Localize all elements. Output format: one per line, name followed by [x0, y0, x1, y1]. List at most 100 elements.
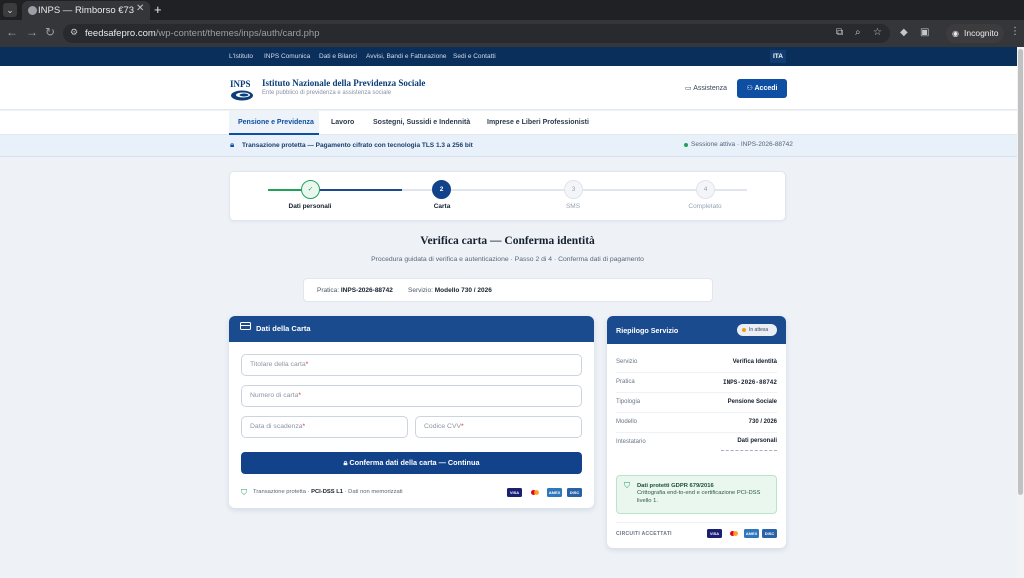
zoom-icon[interactable]: ⌕: [855, 27, 861, 38]
divider: [616, 432, 777, 433]
summary-row-value: Dati personali: [737, 438, 777, 444]
tab-title: INPS — Rimborso €730,: [38, 5, 134, 16]
card-number-input[interactable]: Numero di carta*: [241, 385, 582, 407]
logo-text: INPS: [230, 79, 251, 89]
summary-row-label: Intestatario: [616, 439, 646, 445]
security-note: Transazione protetta · PCI-DSS L1 · Dati…: [253, 489, 403, 495]
status-badge: In attesa: [737, 324, 777, 336]
step-2-label: Carta: [433, 203, 451, 210]
summary-row-label: Pratica: [616, 379, 635, 385]
visa-logo: VISA: [507, 488, 522, 497]
shield-check-icon: ⛉: [241, 488, 247, 497]
gdpr-body: Crittografia end-to-end e certificazione…: [637, 490, 761, 504]
inps-logo[interactable]: INPS: [229, 77, 255, 103]
required-mark: *: [302, 423, 306, 430]
language-switch[interactable]: ITA: [770, 50, 786, 63]
favicon-icon: [28, 6, 37, 15]
toplink-sedi[interactable]: Sedi e Contatti: [453, 53, 496, 60]
discover-logo: DISC: [567, 488, 582, 497]
summary-row-label: Modello: [616, 419, 638, 425]
reload-icon[interactable]: ↻: [45, 25, 55, 39]
shield-check-icon: ⛉: [624, 481, 630, 490]
required-mark: *: [305, 361, 309, 368]
confirm-card-button[interactable]: 🔒︎ Conferma dati della carta — Continua: [241, 452, 582, 474]
menu-item-pensione[interactable]: Pensione e Previdenza: [238, 119, 314, 126]
summary-row-label: Tipologia: [616, 399, 641, 405]
cvv-input[interactable]: Codice CVV*: [415, 416, 582, 438]
scrollbar-thumb[interactable]: [1018, 49, 1023, 495]
practice-info: Pratica: INPS-2026-88742: [317, 287, 393, 294]
divider: [616, 392, 777, 393]
card-form-title: Dati della Carta: [256, 324, 311, 333]
card-number-placeholder: Numero di carta: [250, 392, 299, 399]
service-info: Servizio: Modello 730 / 2026: [408, 287, 492, 294]
back-icon[interactable]: ←: [6, 25, 18, 39]
discover-logo: DISC: [762, 529, 777, 538]
step-4-label: Completato: [688, 203, 722, 210]
incognito-label: Incognito: [964, 28, 999, 38]
browser-tab[interactable]: INPS — Rimborso €730, ✕: [22, 1, 150, 20]
institute-subtitle: Ente pubblico di previdenza e assistenza…: [262, 90, 392, 96]
incognito-indicator[interactable]: ◉ Incognito: [946, 24, 1004, 43]
tab-search-icon[interactable]: ⌄: [3, 3, 17, 17]
security-note-suffix: · Dati non memorizzati: [343, 489, 403, 495]
required-mark: *: [461, 423, 464, 430]
close-tab-icon[interactable]: ✕: [136, 3, 144, 14]
translate-icon[interactable]: ⧉: [836, 27, 843, 38]
session-text: Sessione attiva · INPS-2026-88742: [691, 141, 793, 148]
security-text: Transazione protetta — Pagamento cifrato…: [242, 142, 473, 149]
cardholder-input[interactable]: Titolare della carta*: [241, 354, 582, 376]
url-path: /wp-content/themes/inps/auth/card.php: [155, 28, 320, 39]
login-label: Accedi: [754, 85, 778, 92]
menu-item-imprese[interactable]: Imprese e Liberi Professionisti: [487, 119, 589, 126]
page-title: Verifica carta — Conferma identità: [420, 235, 595, 247]
expiry-input[interactable]: Data di scadenza*: [241, 416, 408, 438]
menu-item-sostegni[interactable]: Sostegni, Sussidi e Indennità: [373, 119, 470, 126]
page-subtitle: Procedura guidata di verifica e autentic…: [371, 256, 644, 263]
credit-card-icon: [240, 322, 251, 330]
forward-icon[interactable]: →: [26, 25, 38, 39]
institute-name: Istituto Nazionale della Previdenza Soci…: [262, 78, 426, 88]
servizio-value: Modello 730 / 2026: [434, 287, 492, 294]
session-status-dot: [684, 143, 688, 147]
lock-icon: 🔒︎: [230, 140, 235, 149]
toplink-avvisi[interactable]: Avvisi, Bandi e Fatturazione: [366, 53, 446, 60]
login-button[interactable]: ⚇ Accedi: [737, 79, 787, 98]
placeholder-dashes: [721, 450, 777, 451]
lock-icon: 🔒︎: [343, 458, 348, 467]
accepted-circuits-label: CIRCUITI ACCETTATI: [616, 531, 672, 537]
toplink-dati[interactable]: Dati e Bilanci: [319, 53, 357, 60]
gdpr-title: Dati protetti GDPR 679/2016: [637, 483, 714, 489]
extension-icon[interactable]: ◆: [900, 27, 908, 38]
step-3-circle: 3: [564, 180, 583, 199]
visa-logo: VISA: [707, 529, 722, 538]
assistance-link[interactable]: ▭ Assistenza: [685, 84, 727, 92]
step-4-circle: 4: [696, 180, 715, 199]
menu-item-lavoro[interactable]: Lavoro: [331, 119, 354, 126]
summary-title: Riepilogo Servizio: [616, 326, 679, 335]
summary-row-label: Servizio: [616, 359, 638, 365]
site-info-icon[interactable]: ⚙: [70, 27, 78, 38]
divider: [616, 412, 777, 413]
site-header: [0, 66, 1017, 110]
toplink-comunica[interactable]: INPS Comunica: [264, 53, 310, 60]
divider: [616, 372, 777, 373]
step-2-circle: 2: [432, 180, 451, 199]
security-note-pci: PCI-DSS L1: [311, 489, 343, 495]
summary-row-value: Verifica Identità: [732, 359, 777, 365]
assistance-label: Assistenza: [693, 85, 728, 92]
browser-menu-icon[interactable]: ⋮: [1010, 26, 1020, 37]
url-host: feedsafepro.com: [85, 28, 156, 39]
mastercard-logo: [528, 488, 543, 497]
expiry-placeholder: Data di scadenza: [250, 423, 303, 430]
address-bar[interactable]: ⚙ feedsafepro.com/wp-content/themes/inps…: [63, 24, 890, 43]
bookmark-star-icon[interactable]: ☆: [873, 27, 882, 38]
user-icon: ⚇: [746, 85, 753, 92]
divider: [616, 522, 777, 523]
puzzle-icon[interactable]: ▣: [920, 27, 929, 38]
security-note-prefix: Transazione protetta ·: [253, 489, 312, 495]
cvv-placeholder: Codice CVV: [424, 423, 462, 430]
cardholder-placeholder: Titolare della carta: [250, 361, 306, 368]
toplink-istituto[interactable]: L'Istituto: [229, 53, 253, 60]
new-tab-icon[interactable]: +: [154, 2, 162, 17]
